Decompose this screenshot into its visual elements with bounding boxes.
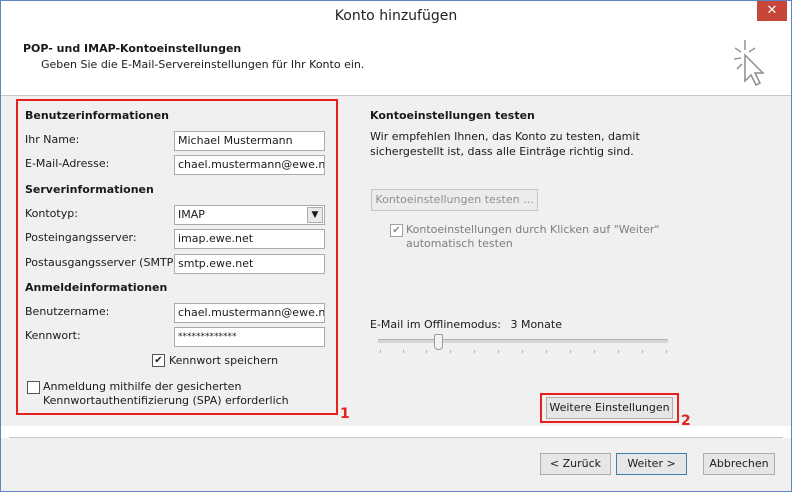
slider-tick xyxy=(570,350,571,353)
slider-tick xyxy=(450,350,451,353)
slider-tick xyxy=(546,350,547,353)
cursor-sparkle-icon xyxy=(733,40,765,87)
title-bar: Konto hinzufügen ✕ xyxy=(1,1,791,31)
window-title: Konto hinzufügen xyxy=(334,8,458,24)
slider-tick xyxy=(403,350,404,353)
offline-mode-text: E-Mail im Offlinemodus: xyxy=(370,318,501,331)
test-desc-line1: Wir empfehlen Ihnen, das Konto zu testen… xyxy=(370,130,640,143)
header-title: POP- und IMAP-Kontoeinstellungen xyxy=(23,42,242,55)
auto-test-line1: Kontoeinstellungen durch Klicken auf "We… xyxy=(406,223,660,236)
auto-test-checkbox[interactable]: ✔ xyxy=(390,224,403,237)
test-desc-line2: sichergestellt ist, dass alle Einträge r… xyxy=(370,145,634,158)
auto-test-label: Kontoeinstellungen durch Klicken auf "We… xyxy=(406,223,660,251)
slider-tick xyxy=(426,350,427,353)
dialog-footer: < Zurück Weiter > Abbrechen xyxy=(1,438,791,491)
annotation-box-2 xyxy=(540,393,679,423)
dialog-header: POP- und IMAP-Kontoeinstellungen Geben S… xyxy=(1,31,791,95)
cancel-button[interactable]: Abbrechen xyxy=(703,453,775,475)
header-subtitle: Geben Sie die E-Mail-Servereinstellungen… xyxy=(41,58,365,71)
close-icon: ✕ xyxy=(766,3,778,18)
auto-test-line2: automatisch testen xyxy=(406,237,513,250)
slider-tick xyxy=(594,350,595,353)
annotation-label-2: 2 xyxy=(681,413,691,429)
back-button[interactable]: < Zurück xyxy=(540,453,611,475)
slider-tick xyxy=(498,350,499,353)
slider-tick xyxy=(380,350,381,353)
test-settings-button[interactable]: Kontoeinstellungen testen ... xyxy=(371,189,538,211)
slider-tick xyxy=(642,350,643,353)
next-button[interactable]: Weiter > xyxy=(616,453,687,475)
offline-mode-label: E-Mail im Offlinemodus: 3 Monate xyxy=(370,318,562,331)
test-settings-title: Kontoeinstellungen testen xyxy=(370,109,535,122)
account-dialog-window: Konto hinzufügen ✕ POP- und IMAP-Kontoei… xyxy=(0,0,792,492)
offline-slider-thumb[interactable] xyxy=(434,334,443,350)
slider-tick xyxy=(666,350,667,353)
offline-slider-track[interactable] xyxy=(378,339,668,343)
annotation-box-1 xyxy=(16,99,338,415)
slider-tick xyxy=(522,350,523,353)
offline-mode-value: 3 Monate xyxy=(510,318,562,331)
test-settings-description: Wir empfehlen Ihnen, das Konto zu testen… xyxy=(370,129,640,159)
close-button[interactable]: ✕ xyxy=(757,1,787,21)
annotation-label-1: 1 xyxy=(340,406,350,422)
slider-tick xyxy=(618,350,619,353)
slider-tick xyxy=(474,350,475,353)
